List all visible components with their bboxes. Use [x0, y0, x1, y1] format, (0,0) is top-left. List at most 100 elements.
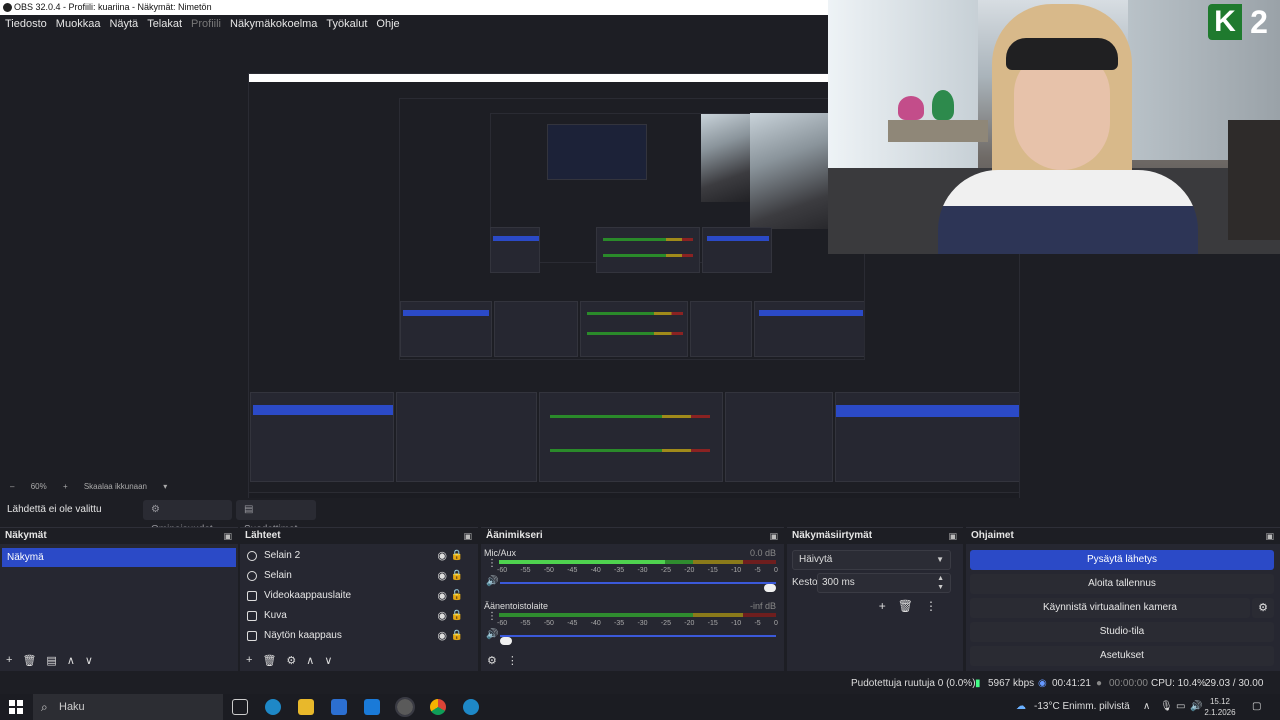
remove-transition-icon[interactable]: 🗑 [898, 599, 913, 613]
edge-icon[interactable] [265, 699, 281, 715]
scene-filters-icon[interactable]: ▤ [46, 654, 56, 667]
duration-field[interactable]: 300 ms ▲ ▼ [817, 573, 951, 593]
transition-menu-icon[interactable]: ⋮ [925, 599, 937, 613]
menu-edit[interactable]: Muokkaa [56, 15, 101, 33]
visibility-eye-icon[interactable]: ◉ [437, 566, 447, 586]
menu-docks[interactable]: Telakat [147, 15, 182, 33]
add-scene-icon[interactable]: + [6, 654, 12, 666]
duration-stepper[interactable]: ▲ ▼ [937, 574, 944, 592]
remove-source-icon[interactable]: 🗑 [262, 654, 276, 667]
store-icon[interactable] [331, 699, 347, 715]
notifications-icon[interactable]: ▢ [1252, 694, 1261, 720]
scale-mode-dropdown[interactable]: Skaalaa ikkunaan ▾ [84, 482, 167, 491]
source-item-display-capture[interactable]: Näytön kaappaus ◉ 🔒 [240, 626, 478, 646]
scenes-dock: Näkymät ▣ Näkymä + 🗑 ▤ ∧ ∨ [0, 527, 238, 671]
nested-controls-2 [702, 227, 772, 273]
source-item-browser-2[interactable]: Selain 2 ◉ 🔒 [240, 546, 478, 566]
weather-text[interactable]: -13°C Enimm. pilvistä [1034, 694, 1130, 720]
taskbar-search[interactable]: ⌕ Haku [33, 694, 223, 720]
menu-view[interactable]: Näytä [109, 15, 138, 33]
menu-scene-collection[interactable]: Näkymäkokoelma [230, 15, 317, 33]
volume-slider[interactable] [500, 635, 776, 645]
dropped-frames: Pudotettuja ruutuja 0 (0.0%) [851, 678, 976, 689]
dock-menu-icon[interactable]: ▣ [1265, 528, 1274, 544]
lock-icon[interactable]: 🔒 [451, 626, 463, 646]
meter-tick-label: -45 [567, 567, 578, 574]
menu-profile[interactable]: Profiili [191, 15, 221, 33]
zoom-minus-icon[interactable]: – [10, 482, 14, 491]
source-properties-gear-icon[interactable]: ⚙ [286, 654, 296, 667]
dock-menu-icon[interactable]: ▣ [223, 528, 232, 544]
outlook-icon[interactable] [364, 699, 380, 715]
start-virtual-camera-button[interactable]: Käynnistä virtuaalinen kamera [970, 598, 1250, 618]
meter-tick-label: -25 [660, 567, 671, 574]
obs-taskbar-icon[interactable] [395, 697, 415, 717]
settings-button[interactable]: Asetukset [970, 646, 1274, 666]
visibility-eye-icon[interactable]: ◉ [437, 586, 447, 606]
bitrate-icon: ▮ [975, 678, 981, 689]
meter-tick-label: -40 [590, 567, 601, 574]
taskbar-clock[interactable]: 15.12 2.1.2026 [1200, 696, 1240, 718]
speaker-icon[interactable]: 🔊 [486, 576, 498, 587]
tray-chevron-icon[interactable]: ∧ [1143, 694, 1150, 720]
task-view-icon[interactable] [232, 699, 248, 715]
add-source-icon[interactable]: + [246, 654, 252, 666]
file-explorer-icon[interactable] [298, 699, 314, 715]
transition-select[interactable]: Häivytä ▼ [792, 550, 951, 570]
visibility-eye-icon[interactable]: ◉ [437, 546, 447, 566]
meter-ticks: -60 -55 -50 -45 -40 -35 -30 -25 -20 -15 -10 -5 0 [497, 567, 778, 574]
move-down-icon[interactable]: ∨ [85, 654, 93, 667]
k2-logo: K 2 [1208, 4, 1276, 40]
lock-icon[interactable]: 🔒 [451, 546, 463, 566]
dock-menu-icon[interactable]: ▣ [463, 528, 472, 544]
menu-help[interactable]: Ohje [376, 15, 399, 33]
windows-start-icon[interactable] [9, 700, 23, 714]
filters-button[interactable]: ▤ Suodattimet [236, 500, 316, 535]
sources-dock-header: Lähteet ▣ [240, 528, 478, 544]
visibility-eye-icon[interactable]: ◉ [437, 626, 447, 646]
studio-mode-button[interactable]: Studio-tila [970, 622, 1274, 642]
visibility-eye-icon[interactable]: ◉ [437, 606, 447, 626]
meter-tick-label: -10 [731, 567, 742, 574]
start-recording-button[interactable]: Aloita tallennus [970, 574, 1274, 594]
lock-icon[interactable]: 🔒 [451, 606, 463, 626]
network-icon[interactable]: ▭ [1176, 694, 1185, 720]
zoom-plus-icon[interactable]: + [63, 482, 68, 491]
remove-scene-icon[interactable]: 🗑 [22, 654, 36, 667]
volume-handle[interactable] [764, 584, 776, 592]
meter-tick-label: -5 [754, 567, 761, 574]
bitrate: 5967 kbps [988, 678, 1035, 689]
channel-menu-icon[interactable]: ⋮ [487, 611, 497, 622]
move-up-icon[interactable]: ∧ [67, 654, 75, 667]
microphone-icon[interactable]: 🎙 [1160, 694, 1173, 720]
unlock-icon[interactable]: 🔓 [451, 586, 463, 606]
mixer-menu-icon[interactable]: ⋮ [507, 654, 518, 667]
virtual-camera-gear-icon[interactable]: ⚙ [1252, 598, 1274, 618]
meter-tick-label: -15 [707, 620, 718, 627]
add-transition-icon[interactable]: + [879, 599, 886, 613]
move-up-icon[interactable]: ∧ [306, 654, 314, 667]
scene-item[interactable]: Näkymä [2, 548, 236, 567]
move-down-icon[interactable]: ∨ [324, 654, 332, 667]
properties-button[interactable]: ⚙ Ominaisuudet [143, 500, 232, 535]
menu-tools[interactable]: Työkalut [326, 15, 367, 33]
volume-slider[interactable] [500, 582, 776, 592]
dock-menu-icon[interactable]: ▣ [948, 528, 957, 544]
source-item-image[interactable]: Kuva ◉ 🔒 [240, 606, 478, 626]
menu-file[interactable]: Tiedosto [5, 15, 47, 33]
meter-tick-label: -5 [754, 620, 761, 627]
edge-beta-icon[interactable] [463, 699, 479, 715]
lock-icon[interactable]: 🔒 [451, 566, 463, 586]
source-item-browser[interactable]: Selain ◉ 🔒 [240, 566, 478, 586]
stop-streaming-button[interactable]: Pysäytä lähetys [970, 550, 1274, 570]
mixer-channel-desktop: Äänentoistolaite -inf dB ⋮ -60 -55 -50 -45-… [481, 601, 784, 653]
windows-taskbar: ⌕ Haku ☁ -13°C Enimm. pilvistä ∧ 🎙 ▭ 🔊 1… [0, 694, 1280, 720]
dock-menu-icon[interactable]: ▣ [769, 528, 778, 544]
scenes-list: Näkymä [0, 546, 238, 649]
volume-handle[interactable] [500, 637, 512, 645]
advanced-audio-gear-icon[interactable]: ⚙ [487, 654, 497, 667]
chrome-icon[interactable] [430, 699, 446, 715]
source-item-video-capture[interactable]: Videokaappauslaite ◉ 🔓 [240, 586, 478, 606]
channel-menu-icon[interactable]: ⋮ [487, 558, 497, 569]
speaker-icon[interactable]: 🔊 [486, 629, 498, 640]
